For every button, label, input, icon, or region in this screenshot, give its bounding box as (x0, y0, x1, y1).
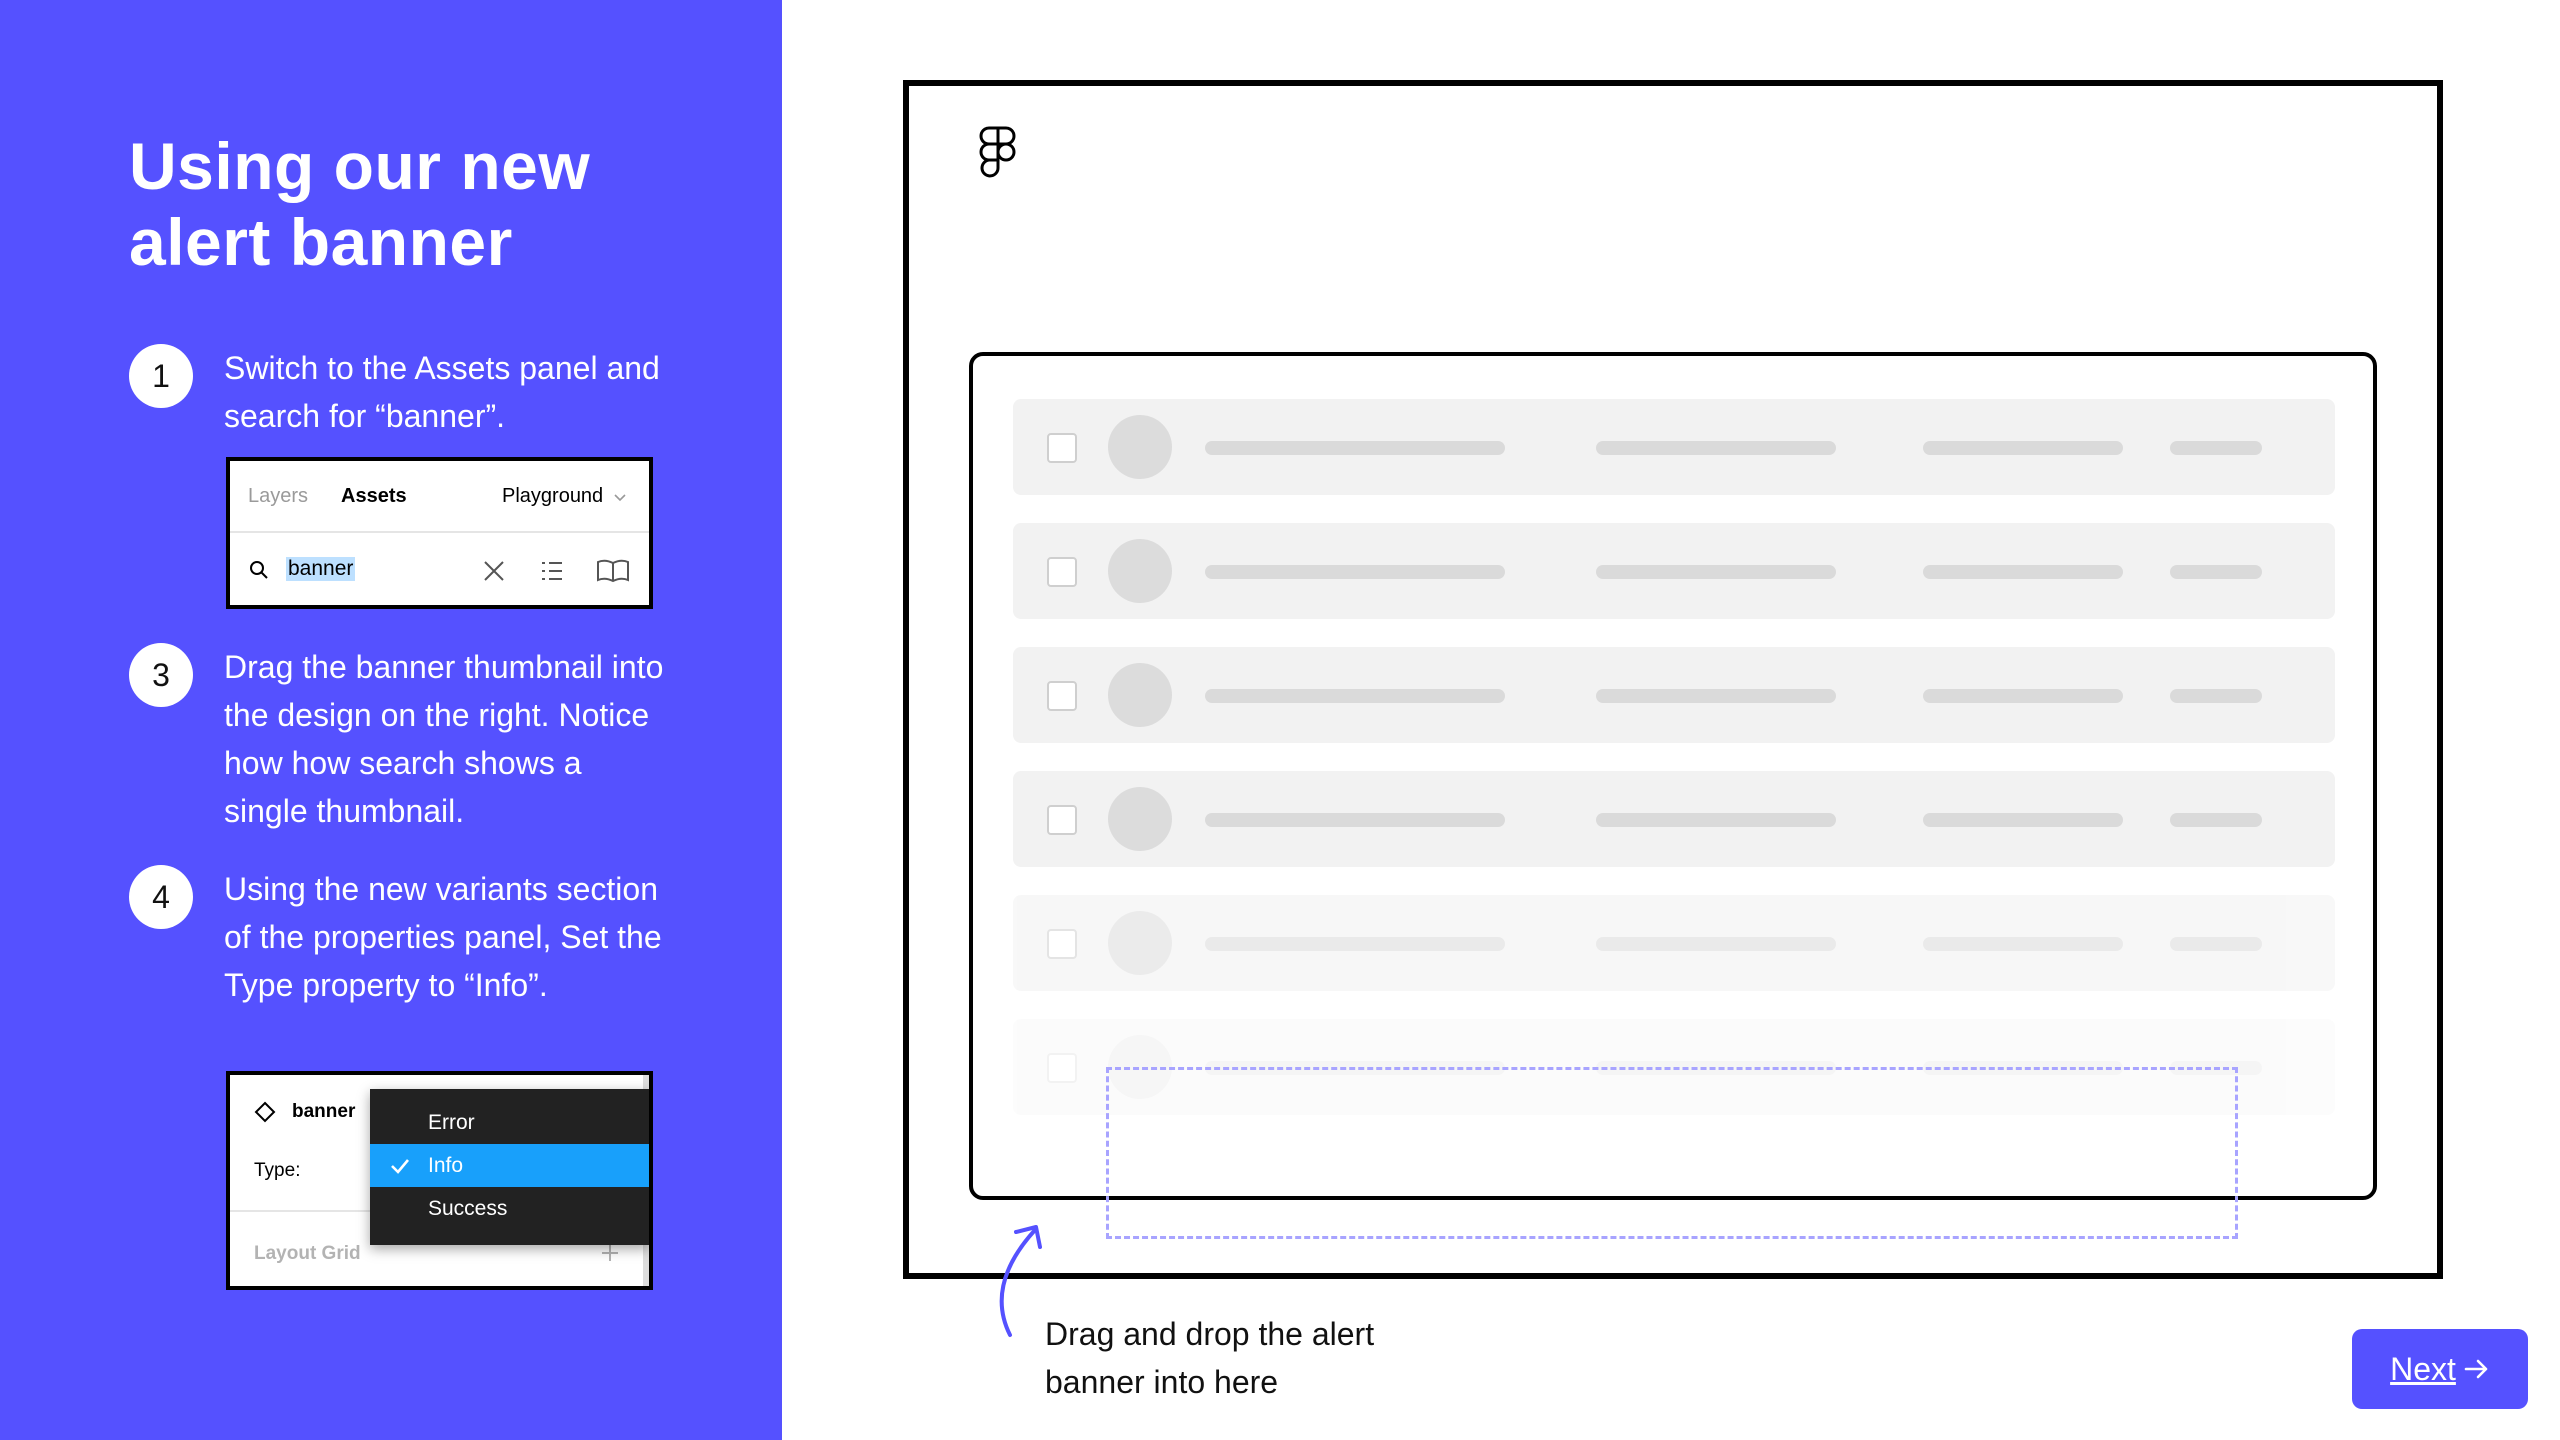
row-checkbox[interactable] (1047, 929, 1077, 959)
component-instance-icon (254, 1101, 276, 1123)
text-placeholder (1923, 441, 2123, 455)
text-placeholder (1923, 937, 2123, 951)
text-placeholder (1596, 565, 1836, 579)
chevron-down-icon (614, 494, 626, 502)
dropdown-option-label: Success (428, 1197, 508, 1220)
text-placeholder (1923, 565, 2123, 579)
type-dropdown-menu[interactable]: Error Info Success (370, 1089, 649, 1245)
text-placeholder (1205, 689, 1505, 703)
library-book-icon[interactable] (596, 559, 630, 583)
text-placeholder (1205, 813, 1505, 827)
list-view-icon[interactable] (540, 559, 564, 583)
text-placeholder (2170, 813, 2262, 827)
add-layout-grid-icon[interactable] (600, 1243, 620, 1263)
drop-zone-caption: Drag and drop the alert banner into here (1045, 1316, 1375, 1400)
text-placeholder (1205, 565, 1505, 579)
tab-assets[interactable]: Assets (341, 485, 407, 508)
assets-panel-tabs: Layers Assets Playground (230, 461, 649, 533)
text-placeholder (2170, 689, 2262, 703)
clear-icon[interactable] (482, 559, 506, 583)
placeholder-row (1013, 399, 2335, 495)
step-number-4: 4 (129, 865, 193, 929)
avatar-placeholder (1108, 539, 1172, 603)
step-text-3: Drag the banner thumbnail into the desig… (224, 649, 664, 829)
library-name: Playground (502, 485, 604, 507)
text-placeholder (2170, 565, 2262, 579)
library-selector[interactable]: Playground (502, 485, 627, 508)
dropdown-option-label: Error (428, 1111, 475, 1134)
tab-layers[interactable]: Layers (248, 485, 308, 508)
row-checkbox[interactable] (1047, 1053, 1077, 1083)
avatar-placeholder (1108, 415, 1172, 479)
page-title: Using our new alert banner (129, 129, 591, 279)
placeholder-row (1013, 523, 2335, 619)
next-button[interactable]: Next (2352, 1329, 2528, 1409)
text-placeholder (2170, 441, 2262, 455)
placeholder-row (1013, 895, 2335, 991)
text-placeholder (1205, 937, 1505, 951)
avatar-placeholder (1108, 911, 1172, 975)
text-placeholder (1596, 441, 1836, 455)
text-placeholder (1596, 813, 1836, 827)
row-checkbox[interactable] (1047, 557, 1077, 587)
row-checkbox[interactable] (1047, 681, 1077, 711)
dropdown-option-info[interactable]: Info (370, 1144, 649, 1187)
placeholder-row (1013, 647, 2335, 743)
asset-search-row: banner (230, 535, 649, 605)
avatar-placeholder (1108, 787, 1172, 851)
text-placeholder (2170, 937, 2262, 951)
placeholder-row (1013, 771, 2335, 867)
component-name: banner (292, 1101, 356, 1122)
text-placeholder (1923, 813, 2123, 827)
step-number-1: 1 (129, 344, 193, 408)
dropdown-option-label: Info (428, 1154, 464, 1177)
properties-panel-preview: banner Type: Layout Grid Error Info Succ… (226, 1071, 653, 1290)
banner-drop-zone[interactable] (1106, 1067, 2238, 1239)
arrow-right-icon (2464, 1359, 2488, 1379)
search-icon (250, 561, 268, 579)
text-placeholder (1596, 689, 1836, 703)
avatar-placeholder (1108, 663, 1172, 727)
row-checkbox[interactable] (1047, 433, 1077, 463)
text-placeholder (1923, 689, 2123, 703)
row-checkbox[interactable] (1047, 805, 1077, 835)
dropdown-option-error[interactable]: Error (370, 1101, 649, 1144)
step-text-4: Using the new variants section of the pr… (224, 871, 662, 1003)
text-placeholder (1205, 441, 1505, 455)
step-number-3: 3 (129, 643, 193, 707)
search-input[interactable]: banner (286, 557, 356, 581)
step-text-1: Switch to the Assets panel and search fo… (224, 350, 660, 434)
dropdown-option-success[interactable]: Success (370, 1187, 649, 1230)
type-property-label: Type: (254, 1160, 301, 1181)
checkmark-icon (391, 1159, 409, 1174)
layout-grid-label: Layout Grid (254, 1243, 361, 1264)
figma-logo-icon (979, 126, 1016, 178)
next-button-label: Next (2390, 1350, 2456, 1387)
text-placeholder (1596, 937, 1836, 951)
instruction-panel: Using our new alert banner 1 Switch to t… (0, 0, 782, 1440)
assets-panel-preview: Layers Assets Playground banner (226, 457, 653, 609)
